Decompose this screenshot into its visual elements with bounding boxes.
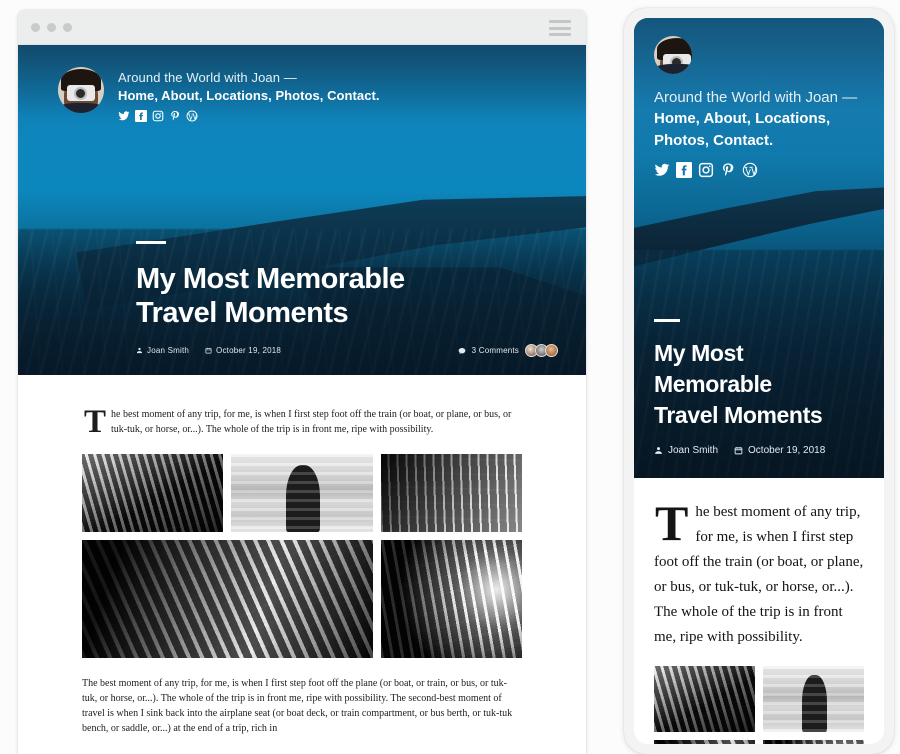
window-controls [31,22,72,32]
twitter-icon[interactable] [118,110,130,122]
brand-block: Around the World with Joan — Home, About… [118,67,380,122]
mobile-article-body: The best moment of any trip, for me, is … [634,478,884,744]
post-author-label: Joan Smith [668,445,719,456]
mobile-site-header: Around the World with Joan — Home, About… [634,18,884,183]
hero-post-block: My Most Memorable Travel Moments Joan Sm… [136,241,558,357]
post-meta: Joan Smith October 19, 2018 [654,445,864,456]
avatar[interactable] [654,36,692,74]
post-date-label: October 19, 2018 [216,346,282,355]
twitter-icon[interactable] [654,162,670,183]
instagram-icon[interactable] [698,162,714,183]
pinterest-icon[interactable] [720,162,736,183]
user-icon [655,447,662,454]
gallery-image-platform-hall[interactable] [380,454,522,532]
title-rule [654,319,680,322]
wordpress-icon[interactable] [742,162,758,183]
calendar-icon [205,347,212,354]
article-body: The best moment of any trip, for me, is … [18,375,586,736]
gallery-image-station-roof[interactable] [82,454,224,532]
social-links [654,162,864,183]
facebook-icon[interactable] [676,162,692,183]
instagram-icon[interactable] [152,110,164,122]
window-maximize-dot[interactable] [63,22,72,32]
gallery-image-station-interior[interactable] [380,540,522,658]
article-intro-paragraph: The best moment of any trip, for me, is … [654,495,864,645]
article-intro-paragraph: The best moment of any trip, for me, is … [84,404,512,440]
commenter-avatar-3 [545,344,558,357]
facebook-icon[interactable] [135,110,147,122]
post-comments-label: 3 Comments [471,346,519,355]
desktop-browser-mockup: Around the World with Joan — Home, About… [18,10,586,754]
site-title: Around the World with Joan — [654,89,858,106]
window-minimize-dot[interactable] [47,22,56,32]
article-tail-paragraph: The best moment of any trip, for me, is … [82,678,513,734]
mobile-nav-line2: Photos, Contact. [654,132,774,149]
post-date: October 19, 2018 [734,445,825,456]
post-author-label: Joan Smith [147,346,190,355]
gallery-image-vaulted-ceiling[interactable] [82,540,373,658]
mobile-nav-line1: Home, About, Locations, [654,110,831,127]
post-title-line1: My Most Memorable [654,340,772,397]
comment-icon [458,347,465,354]
site-title: Around the World with Joan — [118,70,297,85]
mobile-phone-mockup: Around the World with Joan — Home, About… [624,8,894,754]
site-navigation[interactable]: Home, About, Locations, Photos, Contact. [654,108,864,152]
post-title-line2: Travel Moments [136,297,349,329]
wordpress-icon[interactable] [186,110,198,122]
hamburger-icon[interactable] [549,20,571,36]
browser-chrome [18,10,586,45]
pinterest-icon[interactable] [169,110,181,122]
post-author[interactable]: Joan Smith [136,346,189,355]
post-comments[interactable]: 3 Comments [458,344,558,357]
image-gallery [82,454,522,658]
post-date-label: October 19, 2018 [748,445,826,456]
mobile-hero-post-block: My Most Memorable Travel Moments Joan Sm… [654,319,864,456]
post-author[interactable]: Joan Smith [654,445,718,456]
title-rule [136,241,166,244]
hero-banner: Around the World with Joan — Home, About… [18,45,586,375]
gallery-image-station-interior[interactable] [763,740,864,744]
post-title-line1: My Most Memorable [136,263,405,295]
gallery-image-station-roof[interactable] [654,666,755,732]
calendar-icon [734,447,743,455]
gallery-image-commuter-blur[interactable] [231,454,373,532]
phone-screen: Around the World with Joan — Home, About… [634,18,884,744]
gallery-image-commuter-blur[interactable] [763,666,864,732]
commenter-avatars [525,344,558,357]
social-links [118,110,380,122]
gallery-image-vaulted-ceiling[interactable] [654,740,755,744]
post-date: October 19, 2018 [205,346,281,355]
user-icon [136,347,143,354]
page-title: My Most Memorable Travel Moments [136,262,558,330]
site-header: Around the World with Joan — Home, About… [18,45,586,122]
mobile-hero-banner: Around the World with Joan — Home, About… [634,18,884,478]
page-title: My Most Memorable Travel Moments [654,338,864,431]
post-meta: Joan Smith October 19, 2018 3 Comments [136,344,558,357]
window-close-dot[interactable] [31,22,40,32]
image-gallery [654,666,864,744]
post-title-line2: Travel Moments [654,402,823,428]
site-navigation[interactable]: Home, About, Locations, Photos, Contact. [118,86,380,105]
avatar[interactable] [58,67,104,113]
